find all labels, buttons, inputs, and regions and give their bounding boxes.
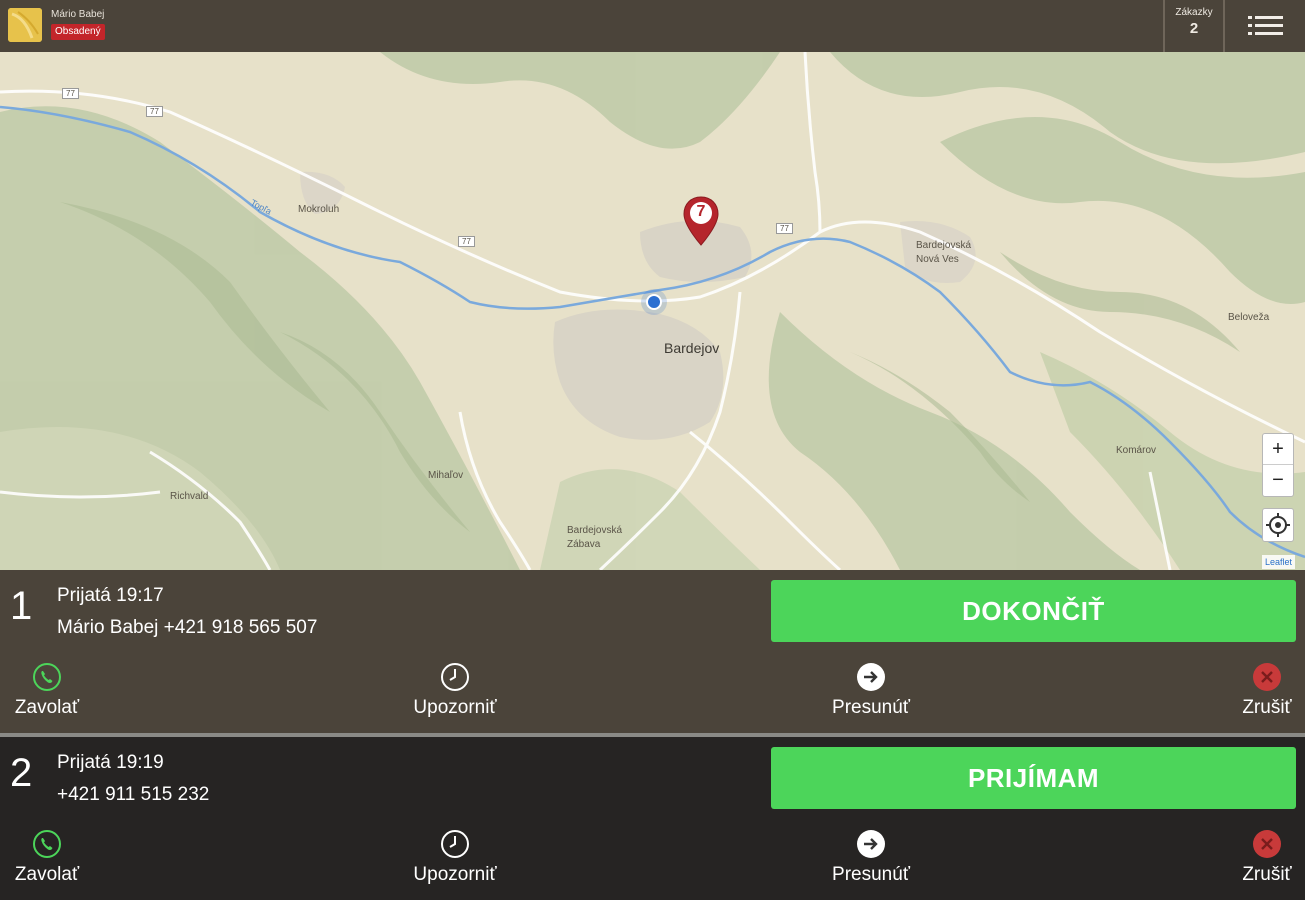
map-label-nova-ves: Bardejovská Nová Ves: [916, 240, 972, 265]
zoom-control: + −: [1262, 433, 1294, 497]
crosshair-icon: [1266, 513, 1290, 537]
phone-icon: [33, 663, 61, 691]
notify-button[interactable]: Upozorniť: [400, 829, 510, 886]
orders-button[interactable]: Zákazky 2: [1163, 0, 1225, 52]
road-shield: 77: [458, 236, 475, 247]
map-label-zabava: Bardejovská Zábava: [567, 525, 623, 550]
zoom-in-button[interactable]: +: [1263, 434, 1293, 465]
map-attribution-link[interactable]: Leaflet: [1262, 555, 1296, 569]
map-label-richvald: Richvald: [170, 491, 209, 502]
map-view[interactable]: Mokroluh Bardejov Bardejovská Nová Ves B…: [0, 52, 1305, 570]
zoom-out-button[interactable]: −: [1263, 465, 1293, 496]
clock-icon: [441, 830, 469, 858]
close-icon: [1253, 830, 1281, 858]
move-button[interactable]: Presunúť: [816, 662, 926, 719]
accept-order-button[interactable]: PRIJÍMAM: [771, 747, 1296, 809]
order-number: 1: [10, 584, 33, 628]
top-bar: Mário Babej Obsadený Zákazky 2: [0, 0, 1305, 52]
map-label-beloveza: Beloveža: [1228, 312, 1270, 323]
order-received-time: Prijatá 19:19: [57, 752, 164, 773]
orders-label: Zákazky: [1175, 7, 1213, 18]
map-label-bardejov: Bardejov: [664, 340, 720, 356]
app-logo-icon: [8, 8, 42, 42]
call-label: Zavolať: [14, 697, 80, 718]
destination-marker[interactable]: 7: [682, 195, 720, 247]
call-label: Zavolať: [14, 864, 80, 885]
order-contact: Mário Babej +421 918 565 507: [57, 617, 318, 638]
order-contact: +421 911 515 232: [57, 784, 210, 805]
road-shield: 77: [62, 88, 79, 99]
move-button[interactable]: Presunúť: [816, 829, 926, 886]
cancel-button[interactable]: Zrušiť: [1212, 829, 1305, 886]
order-number: 2: [10, 751, 33, 795]
marker-number: 7: [696, 203, 706, 220]
call-button[interactable]: Zavolať: [0, 662, 102, 719]
cancel-label: Zrušiť: [1242, 864, 1292, 885]
order-card-2: 2 Prijatá 19:19 +421 911 515 232 PRIJÍMA…: [0, 737, 1305, 900]
road-shield: 77: [146, 106, 163, 117]
notify-button[interactable]: Upozorniť: [400, 662, 510, 719]
notify-label: Upozorniť: [413, 864, 497, 885]
map-label-komarov: Komárov: [1116, 445, 1157, 456]
move-label: Presunúť: [832, 697, 910, 718]
menu-button[interactable]: [1225, 0, 1305, 52]
cancel-button[interactable]: Zrušiť: [1212, 662, 1305, 719]
order-received-time: Prijatá 19:17: [57, 585, 164, 606]
orders-count: 2: [1189, 20, 1199, 37]
locate-button[interactable]: [1262, 508, 1294, 542]
clock-icon: [441, 663, 469, 691]
driver-status-badge[interactable]: Obsadený: [51, 24, 105, 40]
cancel-label: Zrušiť: [1242, 697, 1292, 718]
arrow-right-icon: [857, 830, 885, 858]
move-label: Presunúť: [832, 864, 910, 885]
close-icon: [1253, 663, 1281, 691]
call-button[interactable]: Zavolať: [0, 829, 102, 886]
finish-order-button[interactable]: DOKONČIŤ: [771, 580, 1296, 642]
phone-icon: [33, 830, 61, 858]
notify-label: Upozorniť: [413, 697, 497, 718]
gps-location-dot: [646, 294, 662, 310]
road-shield: 77: [776, 223, 793, 234]
map-label-mokroluh: Mokroluh: [298, 204, 340, 215]
map-label-mihalov: Mihaľov: [428, 470, 464, 481]
order-card-1: 1 Prijatá 19:17 Mário Babej +421 918 565…: [0, 570, 1305, 733]
driver-name: Mário Babej: [51, 9, 105, 20]
arrow-right-icon: [857, 663, 885, 691]
hamburger-menu-icon: [1248, 16, 1283, 35]
